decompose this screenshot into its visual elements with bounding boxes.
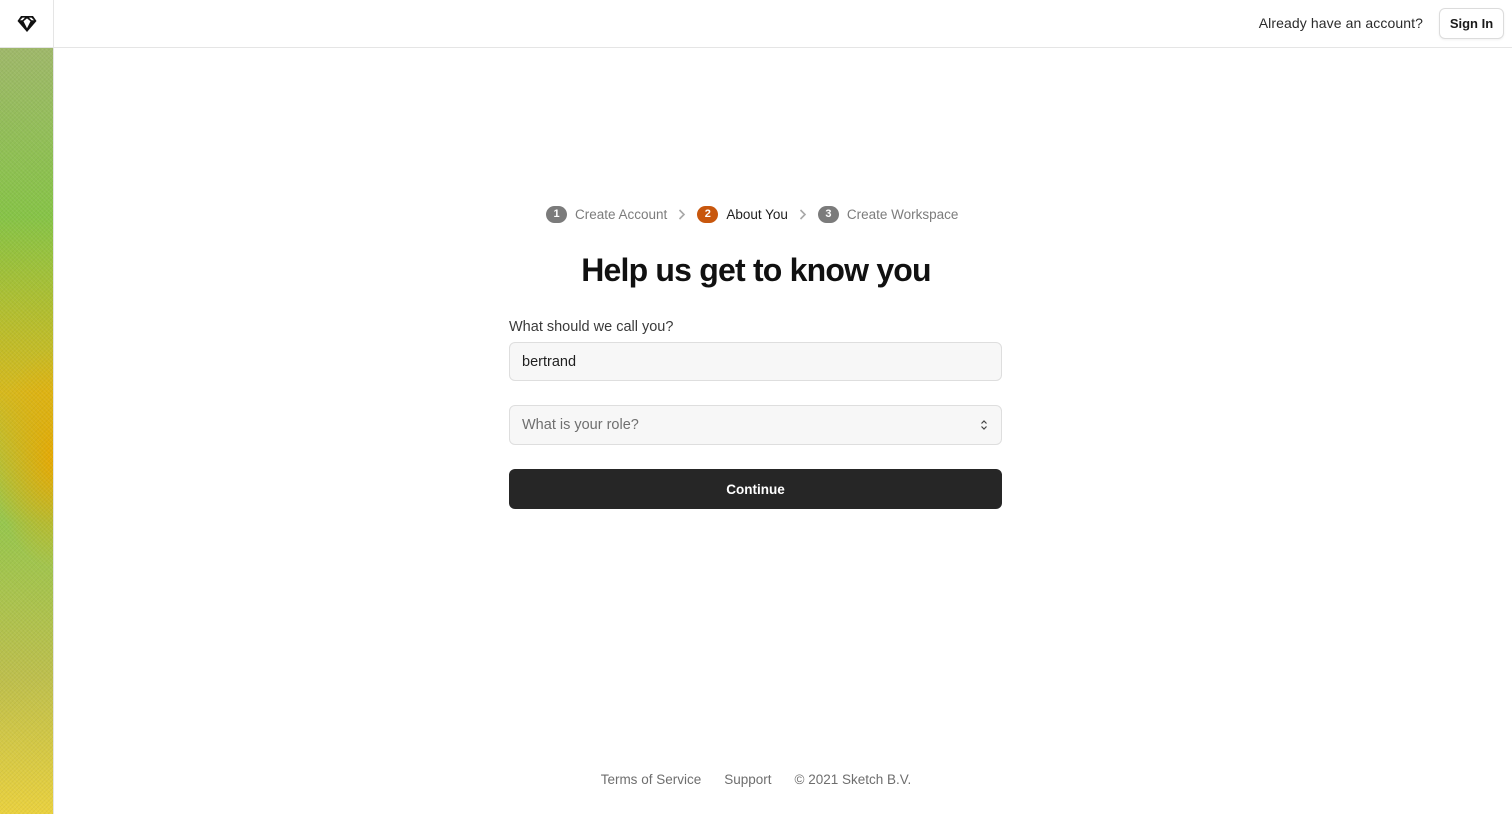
- step-create-account: 1 Create Account: [546, 205, 668, 223]
- sign-in-button[interactable]: Sign In: [1439, 8, 1504, 39]
- terms-of-service-link[interactable]: Terms of Service: [601, 772, 702, 787]
- step-label: Create Account: [575, 206, 668, 222]
- page: Already have an account? Sign In 1 Creat…: [0, 0, 1512, 814]
- logo[interactable]: [0, 0, 54, 47]
- role-select[interactable]: What is your role?: [509, 405, 1002, 445]
- top-bar: Already have an account? Sign In: [0, 0, 1512, 48]
- continue-button[interactable]: Continue: [509, 469, 1002, 509]
- step-create-workspace: 3 Create Workspace: [817, 205, 959, 223]
- name-field-label: What should we call you?: [509, 319, 674, 335]
- step-number: 3: [817, 205, 839, 223]
- chevron-up-down-icon: [979, 418, 989, 432]
- copyright-text: © 2021 Sketch B.V.: [794, 772, 912, 787]
- chevron-right-icon: [796, 207, 810, 221]
- step-label: Create Workspace: [846, 206, 959, 222]
- already-have-account-text: Already have an account?: [1258, 15, 1423, 31]
- chevron-right-icon: [675, 207, 689, 221]
- role-select-placeholder: What is your role?: [522, 417, 639, 433]
- support-link[interactable]: Support: [724, 772, 771, 787]
- footer: Terms of Service Support © 2021 Sketch B…: [0, 772, 1512, 787]
- name-input[interactable]: [509, 342, 1002, 381]
- step-number: 2: [697, 205, 719, 223]
- page-title: Help us get to know you: [581, 252, 931, 288]
- signup-stepper: 1 Create Account 2 About You 3 Create Wo…: [546, 204, 958, 224]
- sketch-diamond-icon: [17, 15, 36, 32]
- step-label: About You: [726, 206, 788, 222]
- step-number: 1: [546, 205, 567, 223]
- decorative-gradient-strip: [0, 48, 54, 814]
- step-about-you: 2 About You: [697, 205, 788, 223]
